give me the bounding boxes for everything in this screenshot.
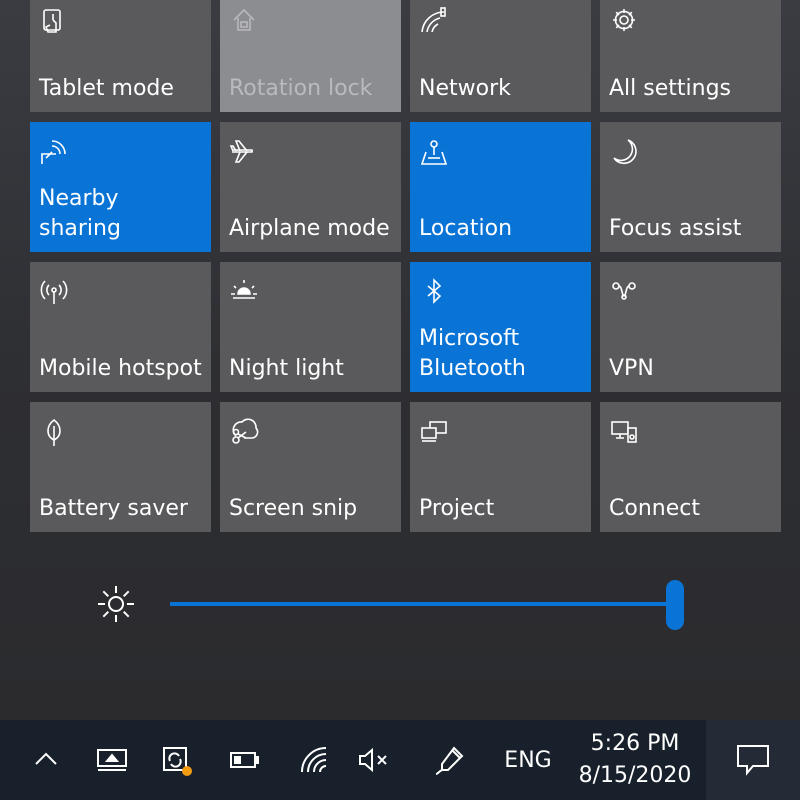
clock[interactable]: 5:26 PM 8/15/2020 xyxy=(570,720,700,800)
brightness-slider-row xyxy=(0,560,800,650)
project-icon xyxy=(418,416,450,448)
brightness-icon xyxy=(94,582,138,626)
volume-muted-icon xyxy=(359,747,387,773)
gear-icon xyxy=(608,6,640,38)
tile-label: Connect xyxy=(609,496,700,521)
tile-vpn[interactable]: VPN xyxy=(600,262,781,392)
tray-network-button[interactable] xyxy=(292,720,336,800)
taskbar: ENG 5:26 PM 8/15/2020 xyxy=(0,720,800,800)
screen-share-icon xyxy=(97,749,127,771)
tile-mobile-hotspot[interactable]: Mobile hotspot xyxy=(30,262,211,392)
tile-label: Battery saver xyxy=(39,496,188,521)
tile-label: Nearby sharing xyxy=(39,186,121,241)
tile-label: Rotation lock xyxy=(229,76,373,101)
brightness-slider-thumb[interactable] xyxy=(666,580,684,630)
clock-date: 8/15/2020 xyxy=(578,763,692,788)
tile-battery-saver[interactable]: Battery saver xyxy=(30,402,211,532)
scissors-icon xyxy=(228,416,260,448)
tile-label: Focus assist xyxy=(609,216,742,241)
show-hidden-icons-button[interactable] xyxy=(24,720,68,800)
tile-nearby-sharing[interactable]: Nearby sharing xyxy=(30,122,211,252)
tile-airplane-mode[interactable]: Airplane mode xyxy=(220,122,401,252)
tile-label: Project xyxy=(419,496,495,521)
hotspot-icon xyxy=(38,276,70,308)
tray-volume-button[interactable] xyxy=(352,720,396,800)
tray-display-button[interactable] xyxy=(90,720,134,800)
brightness-slider-track[interactable] xyxy=(170,602,675,606)
battery-saver-icon xyxy=(38,416,70,448)
tile-night-light[interactable]: Night light xyxy=(220,262,401,392)
action-center-button[interactable] xyxy=(706,720,800,800)
tile-label: Night light xyxy=(229,356,344,381)
network-icon xyxy=(418,6,450,38)
bluetooth-icon xyxy=(418,276,450,308)
tile-location[interactable]: Location xyxy=(410,122,591,252)
tile-label: Network xyxy=(419,76,511,101)
tile-label: Tablet mode xyxy=(39,76,174,101)
tray-battery-button[interactable] xyxy=(222,720,266,800)
tray-sync-button[interactable] xyxy=(154,720,198,800)
clock-time: 5:26 PM xyxy=(590,731,680,756)
tablet-mode-icon xyxy=(38,6,70,38)
location-icon xyxy=(418,136,450,168)
tray-pen-button[interactable] xyxy=(428,720,472,800)
tile-project[interactable]: Project xyxy=(410,402,591,532)
connect-icon xyxy=(608,416,640,448)
tile-label: VPN xyxy=(609,356,654,381)
tile-label: All settings xyxy=(609,76,731,101)
tile-label: Airplane mode xyxy=(229,216,390,241)
tile-label: Mobile hotspot xyxy=(39,356,202,381)
tile-tablet-mode[interactable]: Tablet mode xyxy=(30,0,211,112)
rotation-lock-icon xyxy=(228,6,260,38)
language-indicator[interactable]: ENG xyxy=(498,720,558,800)
sync-icon xyxy=(163,747,192,776)
chevron-up-icon xyxy=(35,752,57,765)
tile-rotation-lock: Rotation lock xyxy=(220,0,401,112)
tile-connect[interactable]: Connect xyxy=(600,402,781,532)
moon-icon xyxy=(608,136,640,168)
tile-focus-assist[interactable]: Focus assist xyxy=(600,122,781,252)
tile-all-settings[interactable]: All settings xyxy=(600,0,781,112)
vpn-icon xyxy=(608,276,640,308)
nearby-sharing-icon xyxy=(38,136,70,168)
language-label: ENG xyxy=(504,747,552,773)
tile-screen-snip[interactable]: Screen snip xyxy=(220,402,401,532)
tile-label: Microsoft Bluetooth xyxy=(419,326,526,381)
notification-icon xyxy=(737,745,769,776)
battery-icon xyxy=(230,752,259,768)
tile-network[interactable]: Network xyxy=(410,0,591,112)
pen-icon xyxy=(435,746,464,775)
tile-label: Screen snip xyxy=(229,496,358,521)
airplane-icon xyxy=(228,136,260,168)
tile-bluetooth[interactable]: Microsoft Bluetooth xyxy=(410,262,591,392)
tile-label: Location xyxy=(419,216,513,241)
action-center-panel: Tablet mode Rotation lock Network All se… xyxy=(0,0,800,720)
night-light-icon xyxy=(228,276,260,308)
network-icon xyxy=(301,747,327,773)
